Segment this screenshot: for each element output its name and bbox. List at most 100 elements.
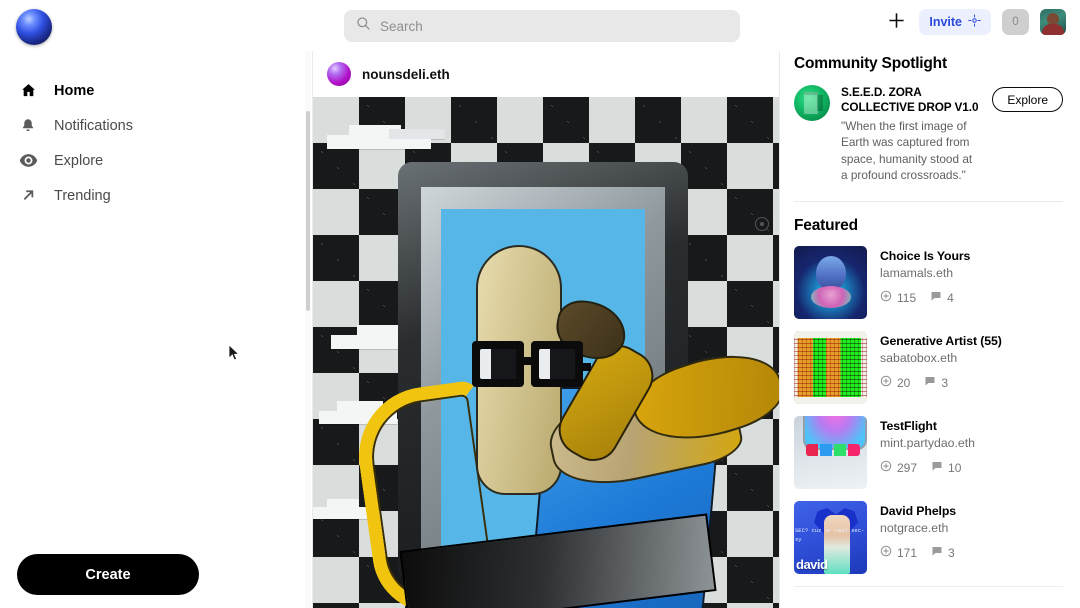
primary-nav: Home Notifications Explore Trending	[0, 73, 312, 213]
featured-body: TestFlight mint.partydao.eth 297 10	[880, 416, 975, 475]
featured-stats: 297 10	[880, 460, 975, 475]
community-spotlight-title: Community Spotlight	[794, 55, 947, 72]
copyright-icon	[755, 217, 769, 231]
right-sidebar: Community Spotlight S.E.E.D. ZORA COLLEC…	[780, 51, 1080, 608]
artwork-banana-in-frame	[313, 97, 779, 608]
like-count: 297	[897, 460, 918, 475]
featured-title-text: TestFlight	[880, 419, 937, 434]
feed-column: nounsdeli.eth	[312, 51, 780, 608]
bottom-divider	[794, 586, 1063, 588]
featured-title-text: Generative Artist (55)	[880, 334, 1002, 349]
app-root: Home Notifications Explore Trending Crea…	[0, 0, 1080, 608]
section-divider	[794, 201, 1063, 203]
featured-title-text: David Phelps	[880, 504, 957, 519]
comment-icon	[924, 375, 936, 390]
spotlight-title: S.E.E.D. ZORA COLLECTIVE DROP V1.0	[841, 85, 979, 115]
search-icon	[356, 16, 371, 36]
like-stat[interactable]: 171	[880, 545, 917, 560]
explore-button[interactable]: Explore	[992, 87, 1063, 112]
featured-stats: 20 3	[880, 375, 1002, 390]
featured-handle: mint.partydao.eth	[880, 436, 976, 451]
comment-stat[interactable]: 3	[924, 375, 948, 390]
plus-circle-icon	[880, 545, 892, 560]
plus-icon	[887, 11, 906, 33]
avatar[interactable]	[1040, 9, 1066, 35]
arrow-up-right-icon	[17, 185, 39, 207]
count-badge[interactable]: 0	[1002, 9, 1029, 35]
top-bar: Invite 0	[312, 0, 1080, 51]
featured-title-text: Choice Is Yours	[880, 249, 971, 264]
list-item[interactable]: Generative Artist (55) sabatobox.eth 20 …	[794, 331, 1063, 405]
list-item[interactable]: TestFlight mint.partydao.eth 297 10	[794, 416, 1063, 490]
choice-is-yours-thumb-icon	[794, 246, 867, 320]
david-phelps-thumb-icon: SEC? cuz ur real sec-sy david	[794, 501, 867, 575]
comment-stat[interactable]: 10	[931, 460, 961, 475]
left-sidebar: Home Notifications Explore Trending Crea…	[0, 0, 312, 608]
sphere-logo-icon	[16, 9, 52, 45]
comment-count: 4	[947, 290, 954, 305]
list-item[interactable]: SEC? cuz ur real sec-sy david David Phel…	[794, 501, 1063, 575]
sparkle-icon	[968, 14, 981, 30]
sidebar-item-label-trending: Trending	[54, 187, 111, 204]
top-actions: Invite 0	[884, 9, 1066, 35]
comment-stat[interactable]: 3	[931, 545, 955, 560]
featured-stats: 115 4	[880, 290, 970, 305]
comment-icon	[931, 460, 943, 475]
testflight-thumb-icon	[794, 416, 867, 490]
spotlight-quote: "When the first image of Earth was captu…	[841, 119, 973, 182]
like-count: 20	[897, 375, 911, 390]
like-stat[interactable]: 115	[880, 290, 916, 305]
invite-button-label: Invite	[929, 15, 962, 29]
plus-circle-icon	[880, 290, 892, 305]
like-count: 115	[897, 290, 917, 305]
search-box[interactable]	[344, 10, 740, 42]
seed-collective-avatar-icon	[794, 85, 830, 121]
comment-count: 3	[941, 375, 949, 390]
sidebar-item-label-explore: Explore	[54, 152, 104, 169]
comment-count: 10	[948, 460, 962, 475]
like-stat[interactable]: 297	[880, 460, 917, 475]
featured-stats: 171 3	[880, 545, 956, 560]
featured-body: Generative Artist (55) sabatobox.eth 20 …	[880, 331, 1002, 390]
generative-artist-thumb-icon	[794, 331, 867, 405]
featured-body: David Phelps notgrace.eth 171 3	[880, 501, 956, 560]
comment-icon	[930, 290, 942, 305]
comment-icon	[931, 545, 943, 560]
plus-circle-icon	[880, 460, 892, 475]
feed-scrollbar[interactable]	[305, 51, 311, 608]
thumb-overlay-text: SEC? cuz ur real sec-sy	[795, 527, 865, 543]
sidebar-item-label-home: Home	[54, 82, 95, 99]
home-icon	[17, 80, 39, 102]
sunglasses-icon	[472, 341, 591, 387]
sidebar-item-label-notifications: Notifications	[54, 117, 133, 134]
comment-count: 3	[948, 545, 955, 560]
post-media[interactable]	[313, 97, 779, 608]
purple-sphere-avatar-icon	[327, 62, 351, 86]
post-username[interactable]: nounsdeli.eth	[362, 67, 450, 82]
app-logo[interactable]	[0, 0, 312, 45]
comment-stat[interactable]: 4	[930, 290, 954, 305]
mouse-cursor	[228, 344, 240, 361]
sidebar-item-trending[interactable]: Trending	[17, 178, 312, 213]
thumb-overlay-tag: david	[796, 557, 828, 573]
search-input[interactable]	[380, 18, 728, 34]
post-header[interactable]: nounsdeli.eth	[313, 51, 779, 97]
featured-body: Choice Is Yours lamamals.eth 115 4	[880, 246, 970, 305]
invite-button[interactable]: Invite	[919, 9, 991, 35]
list-item[interactable]: Choice Is Yours lamamals.eth 115 4	[794, 246, 1063, 320]
add-button[interactable]	[884, 10, 908, 34]
create-button[interactable]: Create	[17, 554, 199, 595]
plus-circle-icon	[880, 375, 892, 390]
sidebar-item-notifications[interactable]: Notifications	[17, 108, 312, 143]
eye-icon	[17, 150, 39, 172]
spotlight-card[interactable]: S.E.E.D. ZORA COLLECTIVE DROP V1.0 "When…	[794, 85, 1063, 183]
featured-handle: sabatobox.eth	[880, 351, 958, 366]
featured-handle: lamamals.eth	[880, 266, 954, 281]
spotlight-body: S.E.E.D. ZORA COLLECTIVE DROP V1.0 "When…	[841, 85, 981, 183]
like-count: 171	[897, 545, 918, 560]
like-stat[interactable]: 20	[880, 375, 910, 390]
featured-title: Featured	[794, 217, 858, 235]
sidebar-item-explore[interactable]: Explore	[17, 143, 312, 178]
sidebar-item-home[interactable]: Home	[17, 73, 312, 108]
bell-icon	[17, 115, 39, 137]
